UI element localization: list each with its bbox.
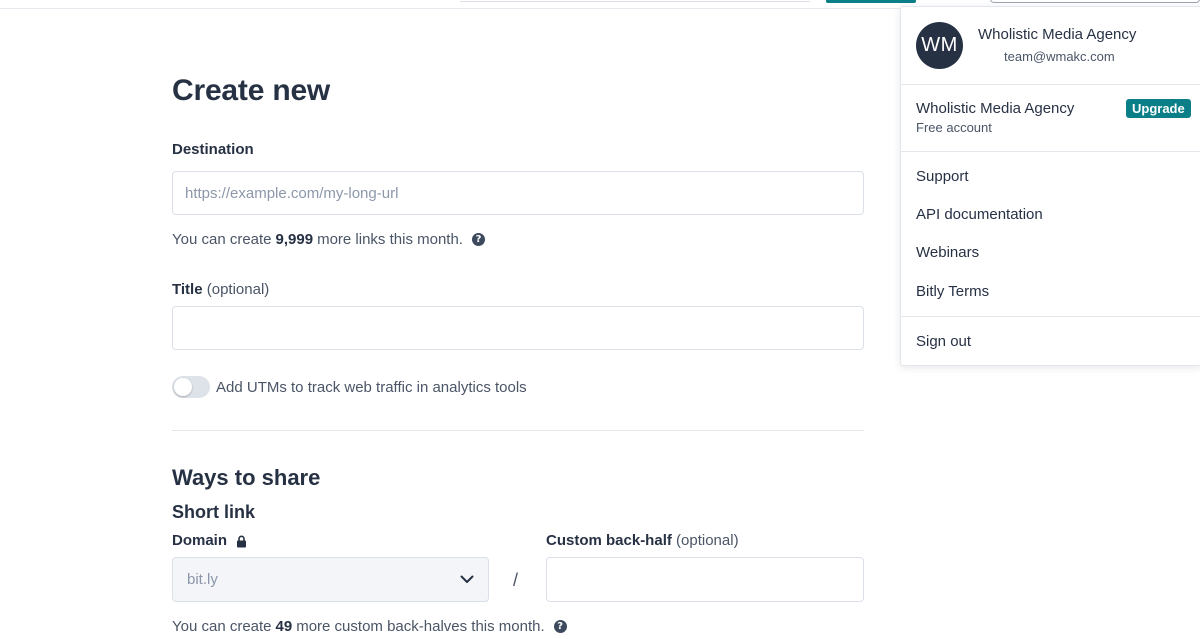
section-divider (172, 430, 864, 431)
destination-input[interactable] (172, 171, 864, 215)
destination-label: Destination (172, 141, 254, 158)
chevron-down-icon (460, 575, 474, 583)
top-create-button[interactable] (826, 0, 916, 3)
menu-item-webinars[interactable]: Webinars (916, 244, 979, 261)
short-link-heading: Short link (172, 502, 256, 522)
ways-to-share-heading: Ways to share (172, 465, 321, 490)
links-remaining-hint: You can create 9,999 more links this mon… (172, 231, 485, 248)
utm-toggle-label: Add UTMs to track web traffic in analyti… (216, 378, 527, 396)
account-header: WM Wholistic Media Agency team@wmakc.com (901, 7, 1200, 85)
title-optional-text: (optional) (206, 281, 270, 298)
utm-toggle-row: Add UTMs to track web traffic in analyti… (172, 376, 527, 398)
back-half-input[interactable] (546, 557, 864, 602)
upgrade-button[interactable]: Upgrade (1126, 99, 1191, 118)
back-halves-remaining-hint: You can create 49 more custom back-halve… (172, 618, 567, 635)
back-half-label: Custom back-half (optional) (546, 532, 739, 549)
back-halves-hint-count: 49 (275, 618, 293, 635)
lock-icon (237, 535, 247, 548)
menu-item-api-documentation[interactable]: API documentation (916, 206, 1043, 223)
utm-toggle[interactable] (172, 376, 210, 398)
title-input[interactable] (172, 306, 864, 350)
domain-label: Domain (172, 532, 247, 549)
links-hint-count: 9,999 (275, 231, 314, 248)
account-workspace-name: Wholistic Media Agency (916, 100, 1075, 117)
back-half-optional-text: (optional) (676, 532, 739, 549)
destination-label-text: Destination (172, 141, 254, 158)
account-plan: Free account (916, 120, 992, 135)
menu-divider (901, 316, 1200, 317)
account-menu-trigger[interactable] (990, 0, 1200, 3)
title-label-text: Title (172, 281, 203, 298)
back-half-label-text: Custom back-half (546, 532, 672, 549)
domain-select[interactable]: bit.ly (172, 557, 489, 602)
sign-out-button[interactable]: Sign out (916, 333, 971, 350)
account-email: team@wmakc.com (1004, 49, 1115, 64)
back-halves-hint-prefix: You can create (172, 618, 272, 635)
links-hint-suffix: more links this month. (317, 231, 463, 248)
help-circle-icon[interactable]: ? (471, 233, 485, 246)
links-hint-prefix: You can create (172, 231, 272, 248)
domain-select-value: bit.ly (187, 571, 218, 588)
account-dropdown: WM Wholistic Media Agency team@wmakc.com… (900, 6, 1200, 366)
domain-label-text: Domain (172, 532, 228, 549)
title-label: Title (optional) (172, 281, 269, 298)
menu-item-bitly-terms[interactable]: Bitly Terms (916, 283, 989, 300)
account-user-name: Wholistic Media Agency (978, 26, 1137, 43)
domain-separator: / (513, 570, 519, 590)
avatar: WM (916, 22, 963, 69)
account-plan-section: Wholistic Media Agency Free account Upgr… (901, 85, 1200, 152)
menu-item-support[interactable]: Support (916, 168, 969, 185)
utm-toggle-knob (174, 378, 192, 396)
help-circle-icon[interactable]: ? (553, 620, 567, 633)
page-title: Create new (172, 74, 331, 107)
back-halves-hint-suffix: more custom back-halves this month. (296, 618, 545, 635)
top-search-bar[interactable] (460, 0, 810, 2)
